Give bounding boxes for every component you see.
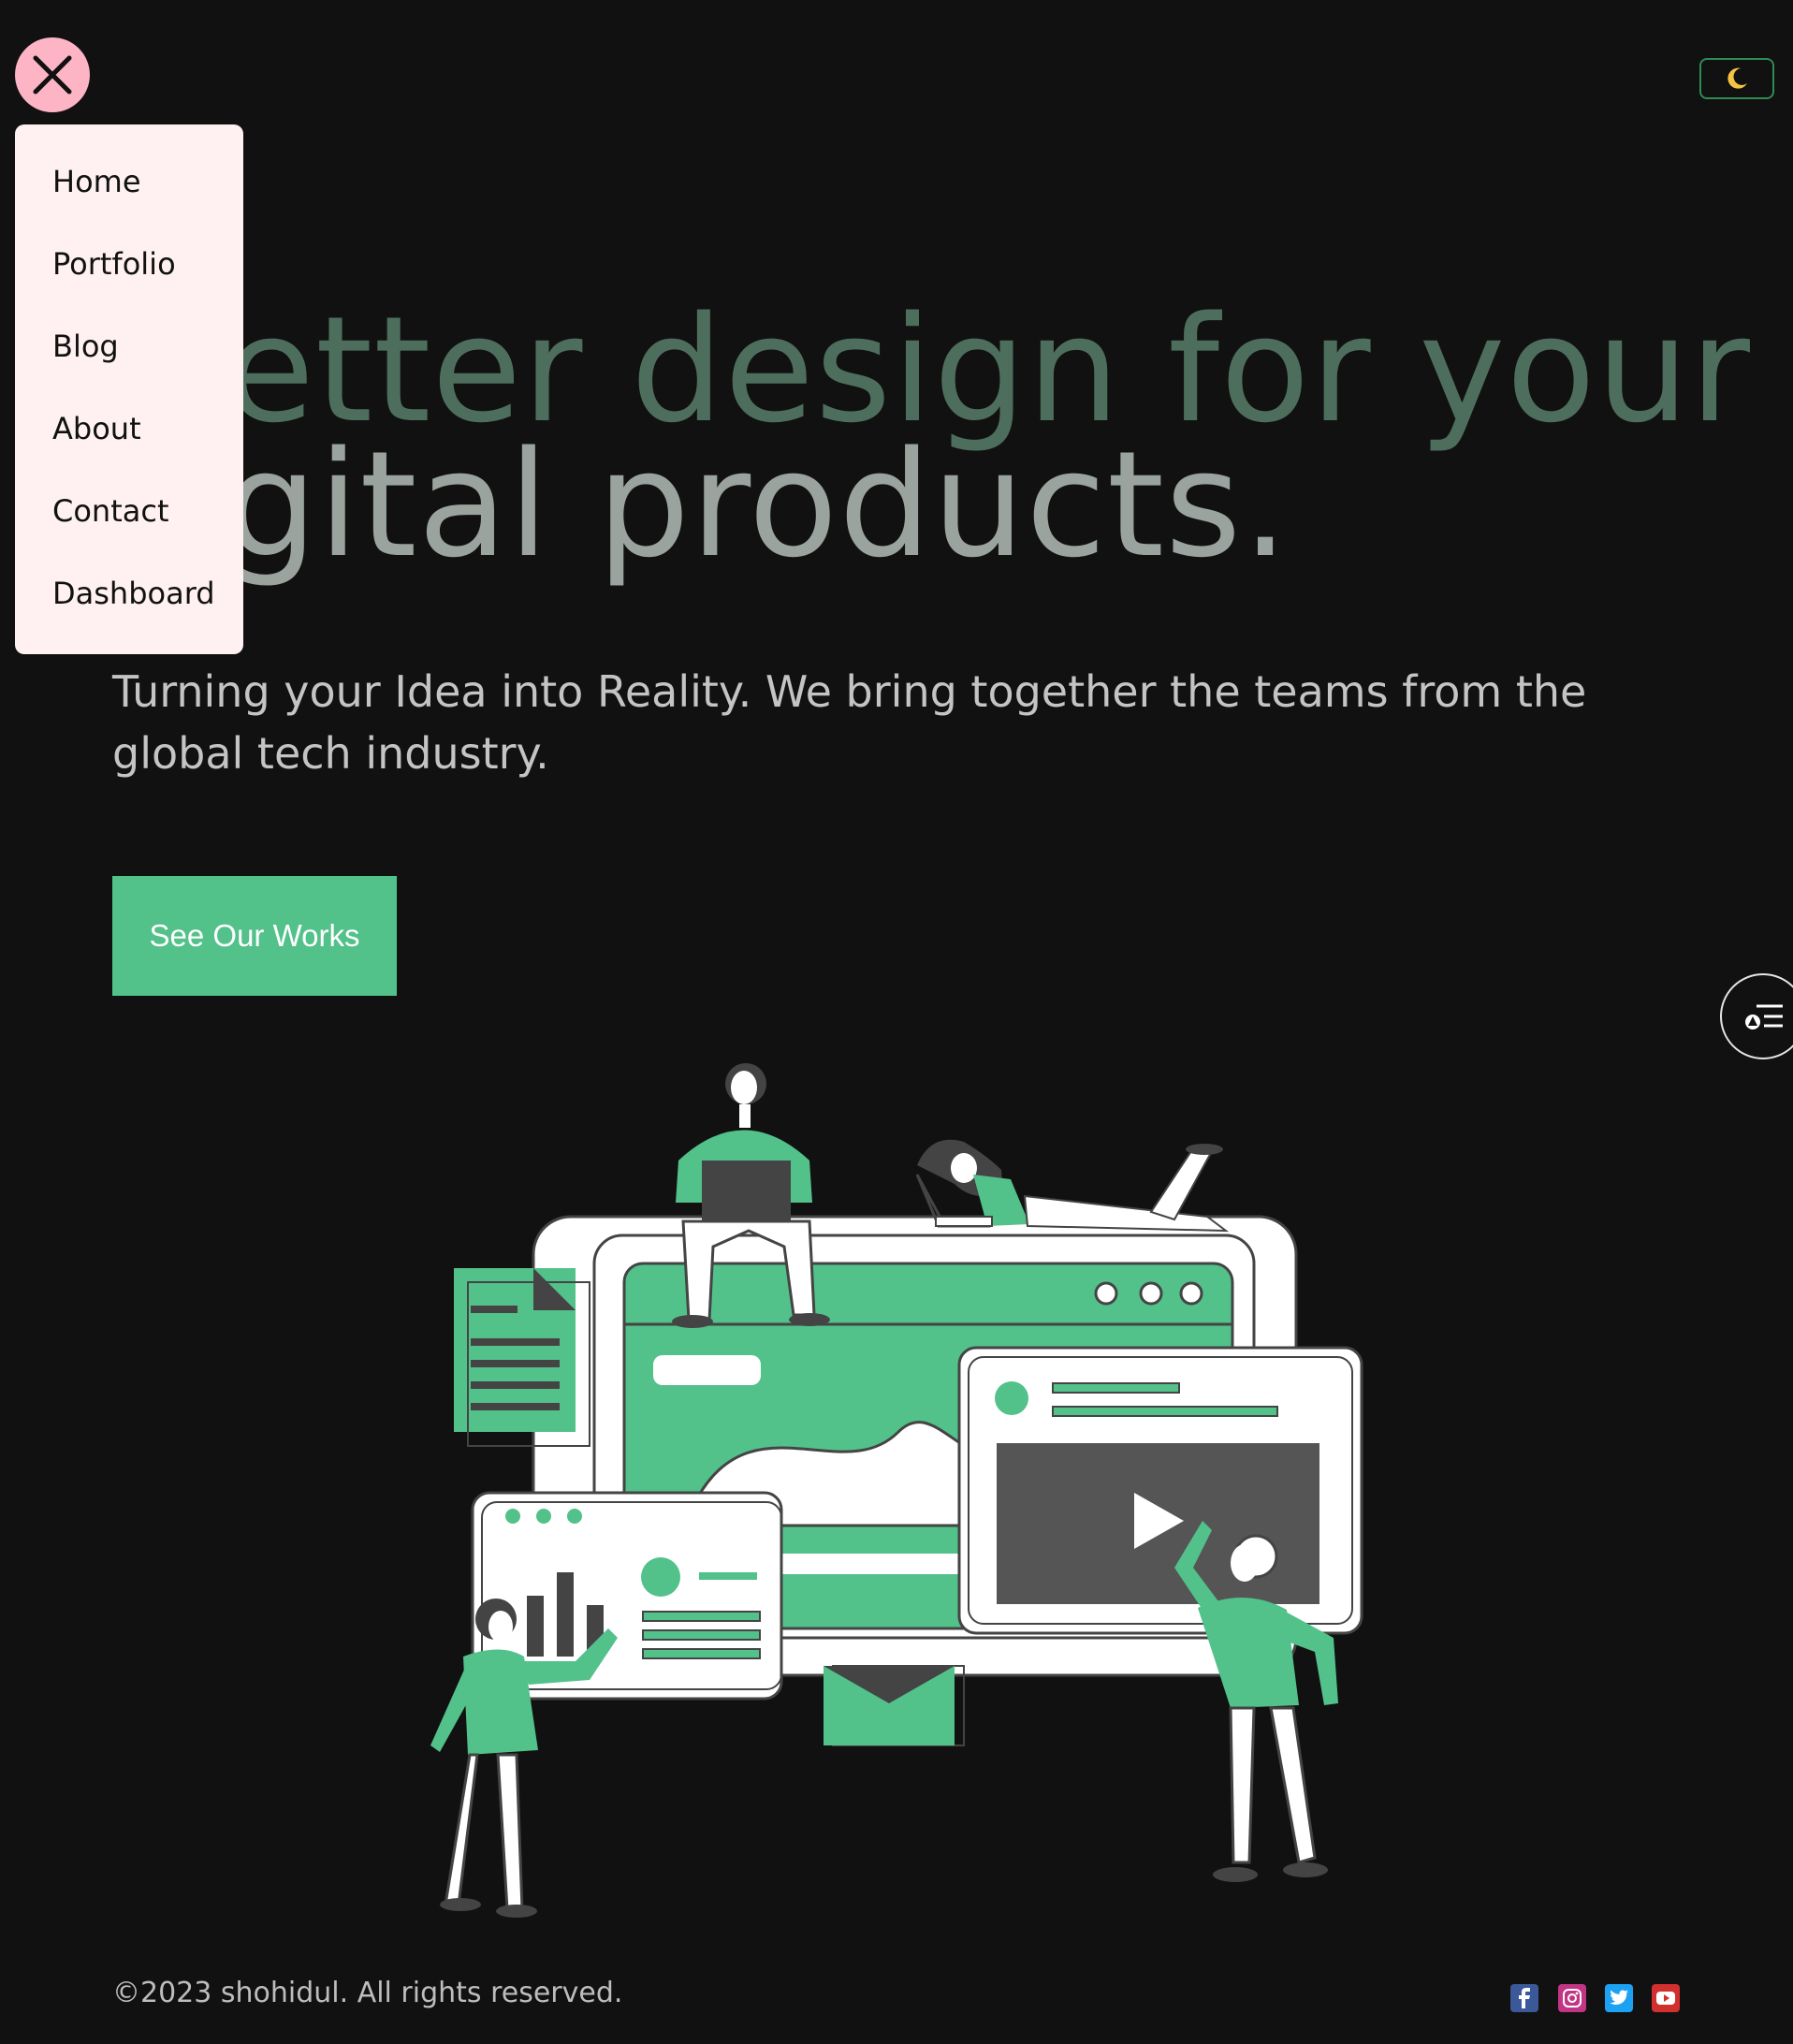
facebook-icon (1519, 1988, 1530, 2008)
nav-menu: Home Portfolio Blog About Contact Dashbo… (15, 124, 243, 654)
twitter-icon (1610, 1990, 1628, 2005)
instagram-icon (1563, 1989, 1582, 2008)
hero-title-line-2: gital products. (225, 419, 1290, 590)
moon-icon (1727, 67, 1747, 89)
youtube-link[interactable] (1652, 1984, 1680, 2012)
hero-subtitle: Turning your Idea into Reality. We bring… (112, 666, 1587, 779)
menu-item-blog[interactable]: Blog (52, 328, 119, 364)
hero-illustration (430, 1063, 1363, 1918)
menu-item-about[interactable]: About (52, 411, 141, 446)
youtube-icon (1656, 1992, 1675, 2005)
theme-toggle-button[interactable] (1699, 58, 1774, 99)
menu-item-dashboard[interactable]: Dashboard (52, 576, 215, 611)
twitter-link[interactable] (1605, 1984, 1633, 2012)
menu-item-contact[interactable]: Contact (52, 493, 169, 529)
close-menu-button[interactable] (15, 37, 90, 112)
see-our-works-button[interactable]: See Our Works (112, 876, 397, 996)
settings-list-icon (1745, 1004, 1783, 1029)
facebook-link[interactable] (1510, 1984, 1538, 2012)
side-panel-button[interactable] (1720, 973, 1793, 1059)
close-icon (33, 55, 72, 95)
menu-item-portfolio[interactable]: Portfolio (52, 246, 176, 282)
menu-item-home[interactable]: Home (52, 164, 141, 199)
footer-copyright: ©2023 shohidul. All rights reserved. (112, 1977, 623, 2009)
instagram-link[interactable] (1558, 1984, 1586, 2012)
